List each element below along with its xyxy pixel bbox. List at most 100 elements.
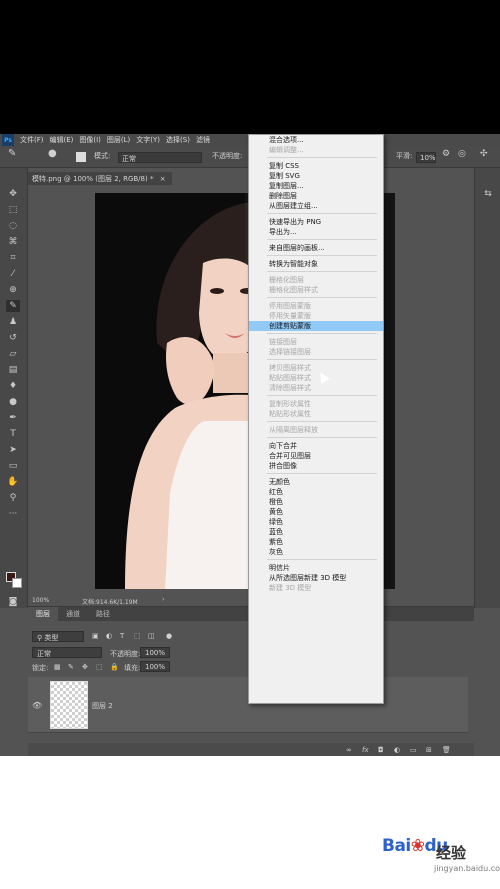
- context-menu-item[interactable]: 复制图层...: [249, 181, 383, 191]
- context-menu-item[interactable]: 向下合并: [249, 441, 383, 451]
- menu-type[interactable]: 文字(Y): [136, 135, 160, 145]
- path-select-tool-icon[interactable]: ➤: [6, 444, 20, 456]
- panel-toggle-icon[interactable]: ⇆: [481, 188, 495, 200]
- adjustment-layer-icon[interactable]: ◐: [394, 746, 400, 754]
- context-menu-item[interactable]: 从所选图层新建 3D 模型: [249, 573, 383, 583]
- menu-select[interactable]: 选择(S): [166, 135, 190, 145]
- context-menu-item[interactable]: 绿色: [249, 517, 383, 527]
- close-icon[interactable]: ×: [160, 175, 166, 183]
- lasso-tool-icon[interactable]: ◌: [6, 220, 20, 232]
- status-arrow-icon[interactable]: ›: [162, 596, 164, 603]
- eyedropper-tool-icon[interactable]: ⁄: [6, 268, 20, 280]
- more-tools-icon[interactable]: ···: [6, 508, 20, 520]
- background-color-swatch[interactable]: [12, 578, 22, 588]
- context-menu-item[interactable]: 黄色: [249, 507, 383, 517]
- lock-position-icon[interactable]: ✥: [82, 663, 88, 671]
- layer-name[interactable]: 图层 2: [92, 701, 113, 711]
- paw-icon: ❀: [410, 836, 425, 856]
- mode-select[interactable]: 正常: [118, 152, 202, 163]
- lock-pixels-icon[interactable]: ✎: [68, 663, 74, 671]
- link-layers-icon[interactable]: ∞: [346, 746, 352, 754]
- menu-separator: [267, 157, 377, 158]
- filter-type-icon[interactable]: T: [120, 632, 124, 640]
- context-menu-item[interactable]: 创建剪贴蒙版: [249, 321, 383, 331]
- brush-tool-icon-active[interactable]: ✎: [6, 300, 20, 312]
- lock-transparent-icon[interactable]: ▦: [54, 663, 61, 671]
- fx-icon[interactable]: fx: [362, 746, 369, 754]
- context-menu-item[interactable]: 导出为...: [249, 227, 383, 237]
- brush-tool-icon[interactable]: ✎: [8, 148, 16, 159]
- menu-file[interactable]: 文件(F): [20, 135, 44, 145]
- layer-filter-select[interactable]: ⚲ 类型: [32, 631, 84, 642]
- tab-channels[interactable]: 通道: [58, 607, 88, 621]
- quick-mask-icon[interactable]: ◙: [6, 596, 20, 608]
- context-menu-item[interactable]: 转换为智能对象: [249, 259, 383, 269]
- shape-tool-icon[interactable]: ▭: [6, 460, 20, 472]
- quick-select-tool-icon[interactable]: ⌘: [6, 236, 20, 248]
- context-menu-item: 栅格化图层: [269, 276, 304, 284]
- dodge-tool-icon[interactable]: ●: [6, 396, 20, 408]
- filter-adjust-icon[interactable]: ◐: [106, 632, 112, 640]
- eye-icon[interactable]: 👁: [32, 701, 42, 710]
- pressure-icon[interactable]: ◎: [458, 149, 466, 159]
- opacity-input[interactable]: 100%: [140, 647, 170, 658]
- smooth-value[interactable]: 10%: [416, 152, 436, 163]
- tab-paths[interactable]: 路径: [88, 607, 118, 621]
- context-menu-item[interactable]: 合并可见图层: [249, 451, 383, 461]
- tab-layers[interactable]: 图层: [28, 607, 58, 621]
- healing-tool-icon[interactable]: ⊕: [6, 284, 20, 296]
- menu-image[interactable]: 图像(I): [79, 135, 101, 145]
- zoom-level[interactable]: 100%: [32, 597, 49, 604]
- lock-artboard-icon[interactable]: ⬚: [96, 663, 103, 671]
- fill-input[interactable]: 100%: [140, 661, 170, 672]
- context-menu-item[interactable]: 明信片: [249, 563, 383, 573]
- filter-shape-icon[interactable]: ⬚: [134, 632, 141, 640]
- menu-filter[interactable]: 滤镜: [196, 135, 210, 145]
- context-menu-item[interactable]: 红色: [249, 487, 383, 497]
- context-menu-item[interactable]: 复制 CSS: [249, 161, 383, 171]
- menu-layer[interactable]: 图层(L): [107, 135, 130, 145]
- menu-separator: [267, 271, 377, 272]
- pen-tool-icon[interactable]: ✒: [6, 412, 20, 424]
- zoom-tool-icon[interactable]: ⚲: [6, 492, 20, 504]
- eraser-tool-icon[interactable]: ▱: [6, 348, 20, 360]
- symmetry-icon[interactable]: ✣: [480, 149, 488, 159]
- type-tool-icon[interactable]: T: [6, 428, 20, 440]
- history-brush-tool-icon[interactable]: ↺: [6, 332, 20, 344]
- crop-tool-icon[interactable]: ⌗: [6, 252, 20, 264]
- trash-icon[interactable]: 🗑: [442, 746, 451, 754]
- new-layer-icon[interactable]: ⊞: [426, 746, 432, 754]
- filter-toggle-icon[interactable]: ●: [166, 632, 172, 640]
- document-tab[interactable]: 模特.png @ 100% (图层 2, RGB/8) * ×: [28, 172, 172, 185]
- lock-all-icon[interactable]: 🔒: [110, 663, 119, 671]
- context-menu-item[interactable]: 拼合图像: [249, 461, 383, 471]
- blend-mode-select[interactable]: 正常: [32, 647, 102, 658]
- context-menu-item[interactable]: 复制 SVG: [249, 171, 383, 181]
- move-tool-icon[interactable]: ✥: [6, 188, 20, 200]
- brush-panel-icon[interactable]: [76, 152, 86, 162]
- stamp-tool-icon[interactable]: ♟: [6, 316, 20, 328]
- gradient-tool-icon[interactable]: ▤: [6, 364, 20, 376]
- blur-tool-icon[interactable]: ♦: [6, 380, 20, 392]
- context-menu-item[interactable]: 从图层建立组...: [249, 201, 383, 211]
- menu-separator: [267, 395, 377, 396]
- context-menu-item[interactable]: 蓝色: [249, 527, 383, 537]
- marquee-tool-icon[interactable]: ⬚: [6, 204, 20, 216]
- context-menu-item[interactable]: 紫色: [249, 537, 383, 547]
- hand-tool-icon[interactable]: ✋: [6, 476, 20, 488]
- menu-edit[interactable]: 编辑(E): [50, 135, 74, 145]
- context-menu-item[interactable]: 灰色: [249, 547, 383, 557]
- filter-pixel-icon[interactable]: ▣: [92, 632, 99, 640]
- menu-separator: [267, 359, 377, 360]
- add-mask-icon[interactable]: ◘: [378, 746, 384, 754]
- context-menu-item[interactable]: 删除图层: [249, 191, 383, 201]
- context-menu-item[interactable]: 无颜色: [249, 477, 383, 487]
- context-menu-item[interactable]: 来自图层的画板...: [249, 243, 383, 253]
- new-group-icon[interactable]: ▭: [410, 746, 417, 754]
- context-menu-item[interactable]: 快速导出为 PNG: [249, 217, 383, 227]
- context-menu-item[interactable]: 橙色: [249, 497, 383, 507]
- filter-smart-icon[interactable]: ◫: [148, 632, 155, 640]
- context-menu-item[interactable]: 混合选项...: [249, 135, 383, 145]
- settings-gear-icon[interactable]: ⚙: [442, 149, 450, 159]
- brush-preset-icon[interactable]: ●: [48, 148, 57, 159]
